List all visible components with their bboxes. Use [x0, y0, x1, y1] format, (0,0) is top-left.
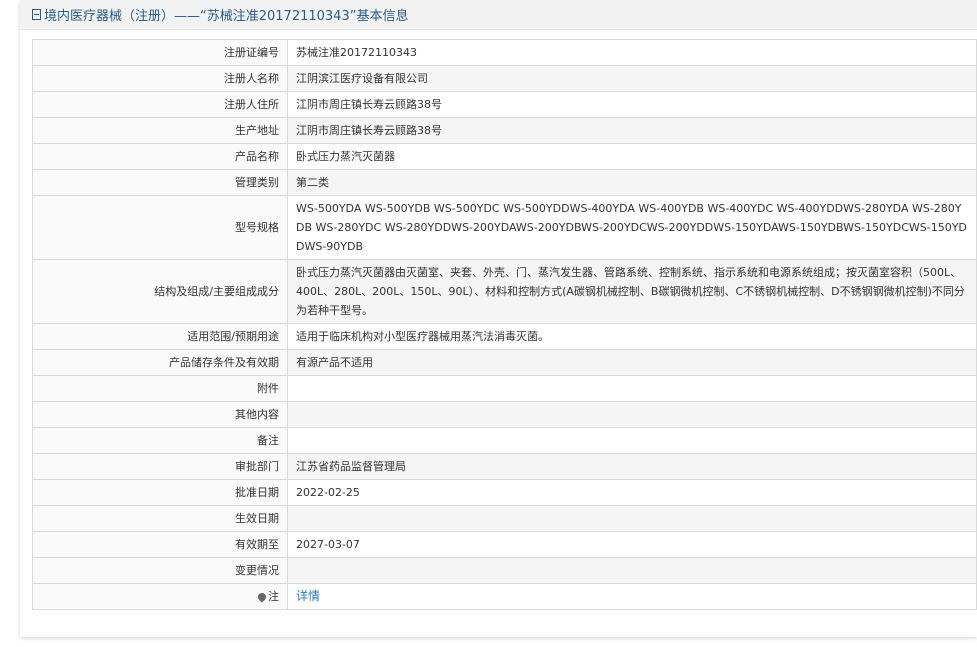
row-label-reg-no: 注册证编号 [32, 39, 288, 66]
table-row: 备注 [32, 427, 977, 454]
table-row: 注册人名称 江阴滨江医疗设备有限公司 [32, 65, 977, 92]
table-row: 型号规格 WS-500YDA WS-500YDB WS-500YDC WS-50… [32, 195, 977, 260]
page-title: 境内医疗器械（注册）——“苏械注准20172110343”基本信息 [44, 9, 409, 24]
row-value-intended-use: 适用于临床机构对小型医疗器械用蒸汽法消毒灭菌。 [287, 323, 977, 350]
document-icon [32, 9, 41, 20]
row-value-attachment [287, 375, 977, 402]
table-row: 结构及组成/主要组成成分 卧式压力蒸汽灭菌器由灭菌室、夹套、外壳、门、蒸汽发生器… [32, 259, 977, 324]
table-row: 生产地址 江阴市周庄镇长寿云顾路38号 [32, 117, 977, 144]
detail-panel: 境内医疗器械（注册）——“苏械注准20172110343”基本信息 注册证编号 … [20, 0, 977, 637]
table-row: 批准日期 2022-02-25 [32, 479, 977, 506]
row-value-effective-date [287, 505, 977, 532]
table-row: 产品储存条件及有效期 有源产品不适用 [32, 349, 977, 376]
row-label-effective-date: 生效日期 [32, 505, 288, 532]
row-label-intended-use: 适用范围/预期用途 [32, 323, 288, 350]
row-value-registrant-address: 江阴市周庄镇长寿云顾路38号 [287, 91, 977, 118]
row-value-production-address: 江阴市周庄镇长寿云顾路38号 [287, 117, 977, 144]
table-row: 管理类别 第二类 [32, 169, 977, 196]
row-value-approval-dept: 江苏省药品监督管理局 [287, 453, 977, 480]
row-value-reg-no: 苏械注准20172110343 [287, 39, 977, 66]
row-value-storage: 有源产品不适用 [287, 349, 977, 376]
row-label-approval-date: 批准日期 [32, 479, 288, 506]
row-value-model-spec: WS-500YDA WS-500YDB WS-500YDC WS-500YDDW… [287, 195, 977, 260]
row-value-valid-until: 2027-03-07 [287, 531, 977, 558]
row-label-production-address: 生产地址 [32, 117, 288, 144]
row-label-note: 注 [32, 583, 288, 610]
panel-header: 境内医疗器械（注册）——“苏械注准20172110343”基本信息 [20, 0, 977, 30]
row-label-registrant-name: 注册人名称 [32, 65, 288, 92]
row-label-attachment: 附件 [32, 375, 288, 402]
row-value-structure: 卧式压力蒸汽灭菌器由灭菌室、夹套、外壳、门、蒸汽发生器、管路系统、控制系统、指示… [287, 259, 977, 324]
row-label-storage: 产品储存条件及有效期 [32, 349, 288, 376]
row-label-valid-until: 有效期至 [32, 531, 288, 558]
table-row: 注册证编号 苏械注准20172110343 [32, 39, 977, 66]
note-label: 注 [268, 590, 279, 603]
row-label-remarks: 备注 [32, 427, 288, 454]
table-row: 注册人住所 江阴市周庄镇长寿云顾路38号 [32, 91, 977, 118]
row-value-changes [287, 557, 977, 584]
table-row: 产品名称 卧式压力蒸汽灭菌器 [32, 143, 977, 170]
detail-link[interactable]: 详情 [296, 589, 320, 603]
row-label-registrant-address: 注册人住所 [32, 91, 288, 118]
info-table: 注册证编号 苏械注准20172110343 注册人名称 江阴滨江医疗设备有限公司… [32, 39, 977, 610]
row-value-approval-date: 2022-02-25 [287, 479, 977, 506]
row-value-remarks [287, 427, 977, 454]
pin-icon [256, 591, 268, 603]
table-row: 其他内容 [32, 401, 977, 428]
table-row: 变更情况 [32, 557, 977, 584]
table-row: 适用范围/预期用途 适用于临床机构对小型医疗器械用蒸汽法消毒灭菌。 [32, 323, 977, 350]
row-value-registrant-name: 江阴滨江医疗设备有限公司 [287, 65, 977, 92]
table-row: 附件 [32, 375, 977, 402]
row-value-other [287, 401, 977, 428]
row-label-changes: 变更情况 [32, 557, 288, 584]
row-label-other: 其他内容 [32, 401, 288, 428]
row-label-product-name: 产品名称 [32, 143, 288, 170]
row-label-management-category: 管理类别 [32, 169, 288, 196]
row-label-structure: 结构及组成/主要组成成分 [32, 259, 288, 324]
table-row: 生效日期 [32, 505, 977, 532]
row-label-approval-dept: 审批部门 [32, 453, 288, 480]
row-value-management-category: 第二类 [287, 169, 977, 196]
row-value-note: 详情 [287, 583, 977, 610]
table-row: 有效期至 2027-03-07 [32, 531, 977, 558]
table-row: 审批部门 江苏省药品监督管理局 [32, 453, 977, 480]
table-row: 注 详情 [32, 583, 977, 610]
row-label-model-spec: 型号规格 [32, 195, 288, 260]
row-value-product-name: 卧式压力蒸汽灭菌器 [287, 143, 977, 170]
